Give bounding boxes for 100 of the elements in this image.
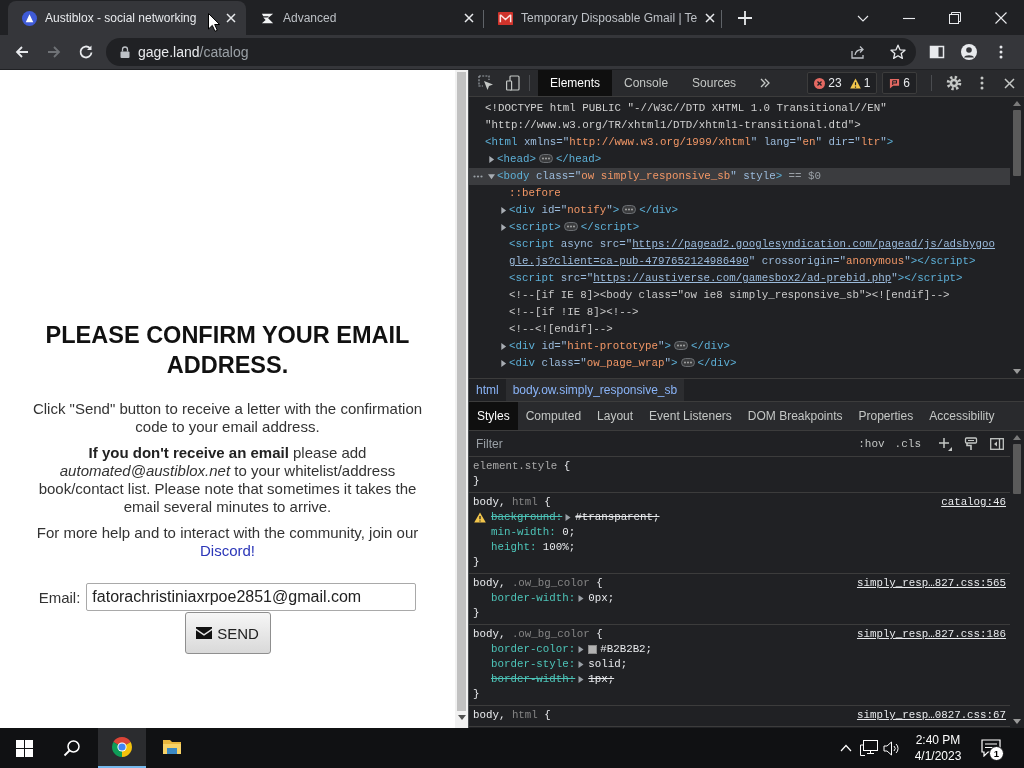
scroll-up-arrow-icon[interactable] (1013, 435, 1021, 440)
caret-right-icon[interactable] (500, 343, 507, 350)
more-icon[interactable] (980, 75, 984, 91)
caret-right-icon[interactable] (500, 224, 507, 231)
code-text: ::before (509, 187, 561, 199)
paint-roller-icon[interactable] (964, 436, 978, 451)
scrollbar-thumb[interactable] (1013, 110, 1021, 176)
css-brace: } (473, 556, 480, 568)
caret-right-icon[interactable] (488, 156, 495, 163)
envelope-icon (196, 627, 213, 639)
volume-icon[interactable] (883, 740, 900, 756)
scrollbar-thumb[interactable] (1013, 444, 1021, 494)
search-icon[interactable] (62, 738, 82, 758)
restore-icon[interactable] (949, 11, 961, 24)
plus-icon[interactable] (938, 436, 952, 451)
network-icon[interactable] (860, 740, 878, 756)
message-icon[interactable] (981, 739, 1001, 757)
filter-toggle[interactable]: .cls (889, 437, 926, 450)
sidebar-tab[interactable]: Computed (517, 402, 590, 430)
devtools-tab[interactable]: Console (612, 70, 681, 96)
issues-counter-button[interactable]: 23 1 (807, 72, 878, 94)
page-scrollbar[interactable] (455, 70, 468, 728)
profile-icon[interactable] (961, 44, 977, 60)
css-value: #transparent; (575, 510, 660, 525)
address-bar[interactable]: gage.land/catalog (106, 38, 916, 66)
source-link[interactable]: catalog:46 (941, 495, 1006, 510)
chevron-up-icon[interactable] (840, 744, 852, 752)
star-icon[interactable] (890, 44, 906, 60)
scroll-down-arrow-icon[interactable] (457, 715, 466, 720)
scroll-down-arrow-icon[interactable] (1013, 369, 1021, 374)
email-input[interactable]: fatorachristiniaxrpoe2851@gmail.com (86, 583, 417, 611)
send-button[interactable]: SEND (184, 612, 271, 654)
ellipsis-icon[interactable] (538, 154, 553, 163)
source-link[interactable]: simply_resp…827.css:186 (856, 627, 1006, 642)
breadcrumb[interactable]: body.ow.simply_responsive_sb (505, 379, 685, 401)
caret-down-icon[interactable] (488, 173, 495, 180)
ellipsis-icon[interactable] (674, 341, 688, 350)
caret-right-icon[interactable] (500, 360, 507, 367)
lock-icon[interactable] (120, 46, 130, 58)
css-brace: { (596, 628, 603, 640)
devtools-tab[interactable]: Elements (538, 70, 613, 96)
caret-right-icon[interactable] (565, 514, 572, 521)
css-selector: body, (473, 628, 506, 640)
browser-tab[interactable]: Advanced (246, 1, 484, 35)
css-property: background: (491, 510, 563, 525)
scroll-up-arrow-icon[interactable] (1013, 101, 1021, 106)
ellipsis-icon[interactable] (563, 222, 578, 231)
source-link[interactable]: simply_resp…827.css:565 (856, 576, 1006, 591)
double-chevron-icon[interactable] (760, 78, 771, 88)
issues-counter-button[interactable]: 6 (882, 72, 917, 94)
taskbar-app-button[interactable] (98, 728, 146, 768)
clock-time[interactable]: 2:40 PM (915, 732, 961, 748)
css-property: border-color: (491, 642, 576, 657)
ellipsis-icon[interactable] (680, 358, 695, 367)
caret-right-icon[interactable] (500, 207, 507, 214)
settings-icon[interactable] (946, 75, 962, 91)
sidebar-tab[interactable]: Styles (469, 402, 518, 430)
share-icon[interactable] (850, 44, 866, 60)
caret-right-icon[interactable] (578, 595, 585, 602)
reload-icon[interactable] (78, 44, 94, 60)
browser-tab[interactable]: Temporary Disposable Gmail | Te (484, 1, 722, 35)
devices-icon[interactable] (506, 75, 520, 91)
back-arrow-icon[interactable] (14, 44, 30, 60)
sidebar-tab[interactable]: Event Listeners (641, 402, 740, 430)
sidebar-tab[interactable]: DOM Breakpoints (739, 402, 851, 430)
caret-right-icon[interactable] (578, 661, 585, 668)
inspect-icon[interactable] (478, 75, 494, 91)
close-icon[interactable] (1004, 77, 1015, 89)
breadcrumb[interactable]: html (469, 379, 506, 401)
devtools-tab[interactable]: Sources (680, 70, 749, 96)
clock-date[interactable]: 4/1/2023 (914, 748, 962, 764)
circle-logo-icon (22, 10, 37, 26)
sidebar-toggle-icon[interactable] (990, 436, 1004, 451)
mail-logo-icon (498, 10, 513, 26)
caret-right-icon[interactable] (578, 646, 585, 653)
warning-icon (849, 77, 861, 89)
scrollbar-thumb[interactable] (457, 72, 466, 711)
url-text[interactable]: gage.land/catalog (138, 44, 249, 60)
code-text: <div id="notify"> (509, 204, 620, 216)
selected-node-row[interactable]: <body class="ow simply_responsive_sb" style> == $0 (469, 168, 1010, 185)
folder-icon (162, 737, 182, 757)
ellipsis-icon[interactable] (622, 205, 637, 214)
plus-icon[interactable] (738, 11, 752, 25)
code-text: <!DOCTYPE html PUBLIC "-//W3C//DTD XHTML 1.0 Transitional//EN" "http://www.w3.org/TR/xhtml1/DTD/xhtml1-transitional.dtd"> (485, 102, 887, 131)
start-menu-icon[interactable] (15, 739, 33, 757)
browser-tab[interactable]: Austiblox - social networking (8, 1, 246, 35)
code-text: <!--[if IE 8]><body class="ow ie8 simply_responsive_sb"><![endif]--> (509, 289, 950, 301)
sidebar-tab[interactable]: Properties (850, 402, 922, 430)
source-link[interactable]: simply_resp…0827.css:67 (856, 708, 1006, 723)
more-dots-icon[interactable] (473, 175, 483, 178)
css-brace: { (544, 496, 551, 508)
color-swatch-icon[interactable] (588, 645, 598, 654)
sidebar-tab[interactable]: Layout (589, 402, 642, 430)
caret-right-icon[interactable] (578, 676, 585, 683)
scroll-down-arrow-icon[interactable] (1013, 719, 1021, 724)
side-panel-icon[interactable] (929, 44, 945, 60)
css-brace: { (596, 577, 603, 589)
text-link[interactable]: Discord! (200, 542, 255, 559)
filter-toggle[interactable]: :hov (853, 437, 890, 450)
sidebar-tab[interactable]: Accessibility (921, 402, 1003, 430)
